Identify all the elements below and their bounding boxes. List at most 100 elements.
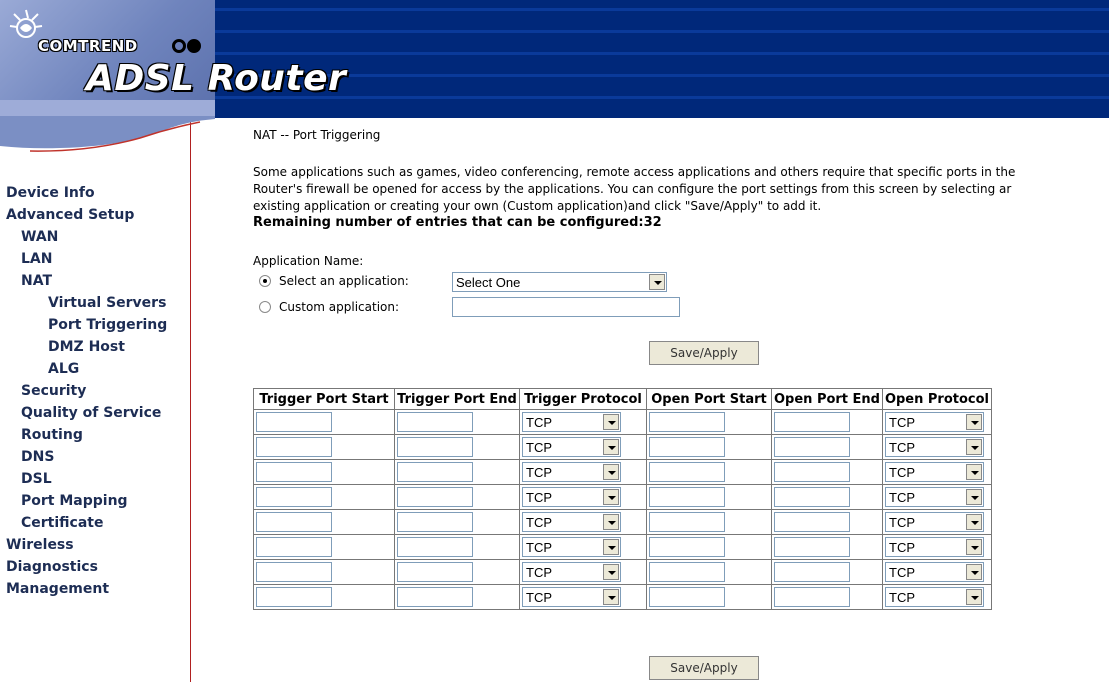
column-header: Open Protocol: [882, 388, 992, 410]
trigger-port-start-input[interactable]: [256, 462, 332, 482]
open-port-start-input[interactable]: [649, 462, 725, 482]
open-port-start-input[interactable]: [649, 487, 725, 507]
open-port-end-input[interactable]: [774, 587, 850, 607]
sidebar-item-alg[interactable]: ALG: [0, 358, 167, 380]
trigger-protocol-select[interactable]: TCP: [522, 462, 621, 482]
trigger-port-start-input[interactable]: [256, 412, 332, 432]
port-trigger-table: Trigger Port Start Trigger Port End Trig…: [253, 388, 992, 610]
trigger-protocol-select-value: TCP: [526, 465, 552, 480]
trigger-protocol-select[interactable]: TCP: [522, 587, 621, 607]
open-protocol-select[interactable]: TCP: [885, 462, 984, 482]
trigger-port-start-input[interactable]: [256, 487, 332, 507]
trigger-port-end-input[interactable]: [397, 487, 473, 507]
sidebar-item-security[interactable]: Security: [0, 380, 167, 402]
trigger-port-start-input[interactable]: [256, 537, 332, 557]
chevron-down-icon: [966, 564, 982, 580]
open-port-end-input[interactable]: [774, 437, 850, 457]
sidebar-item-certificate[interactable]: Certificate: [0, 512, 167, 534]
open-protocol-select[interactable]: TCP: [885, 562, 984, 582]
trigger-protocol-select-value: TCP: [526, 440, 552, 455]
sidebar-item-port-mapping[interactable]: Port Mapping: [0, 490, 167, 512]
trigger-protocol-select[interactable]: TCP: [522, 537, 621, 557]
banner-stripe: [215, 8, 1109, 11]
sidebar-item-virtual-servers[interactable]: Virtual Servers: [0, 292, 167, 314]
custom-application-radio[interactable]: [259, 301, 271, 313]
open-port-start-input[interactable]: [649, 437, 725, 457]
application-select[interactable]: Select One: [452, 272, 667, 292]
save-apply-button-top[interactable]: Save/Apply: [649, 341, 759, 365]
sidebar-item-diagnostics[interactable]: Diagnostics: [0, 556, 167, 578]
open-port-end-input[interactable]: [774, 412, 850, 432]
trigger-port-start-input[interactable]: [256, 512, 332, 532]
sidebar-item-management[interactable]: Management: [0, 578, 167, 600]
open-port-start-input[interactable]: [649, 562, 725, 582]
sidebar-item-dsl[interactable]: DSL: [0, 468, 167, 490]
table-row: TCP TCP: [253, 409, 992, 435]
trigger-port-end-input[interactable]: [397, 587, 473, 607]
open-protocol-select[interactable]: TCP: [885, 437, 984, 457]
open-port-start-input[interactable]: [649, 512, 725, 532]
sidebar-item-routing[interactable]: Routing: [0, 424, 167, 446]
banner-stripe: [215, 52, 1109, 55]
sidebar-item-dns[interactable]: DNS: [0, 446, 167, 468]
open-protocol-select[interactable]: TCP: [885, 587, 984, 607]
table-cell: [394, 534, 520, 560]
column-header: Open Port End: [771, 388, 883, 410]
table-row: TCP TCP: [253, 509, 992, 535]
sidebar-item-quality-of-service[interactable]: Quality of Service: [0, 402, 167, 424]
chevron-down-icon: [603, 564, 619, 580]
chevron-down-icon: [603, 514, 619, 530]
save-apply-button-bottom[interactable]: Save/Apply: [649, 656, 759, 680]
select-application-radio[interactable]: [259, 275, 271, 287]
open-port-end-input[interactable]: [774, 512, 850, 532]
table-cell: [646, 534, 772, 560]
open-port-end-input[interactable]: [774, 562, 850, 582]
chevron-down-icon: [603, 464, 619, 480]
trigger-port-end-input[interactable]: [397, 512, 473, 532]
table-cell: [253, 559, 395, 585]
trigger-protocol-select[interactable]: TCP: [522, 487, 621, 507]
open-port-start-input[interactable]: [649, 537, 725, 557]
trigger-protocol-select[interactable]: TCP: [522, 562, 621, 582]
sidebar-curve-decoration: [0, 116, 215, 152]
trigger-port-start-input[interactable]: [256, 587, 332, 607]
sidebar-item-device-info[interactable]: Device Info: [0, 182, 167, 204]
table-cell: [646, 434, 772, 460]
trigger-port-end-input[interactable]: [397, 537, 473, 557]
trigger-protocol-select[interactable]: TCP: [522, 412, 621, 432]
open-protocol-select[interactable]: TCP: [885, 537, 984, 557]
open-port-start-input[interactable]: [649, 412, 725, 432]
open-protocol-select[interactable]: TCP: [885, 487, 984, 507]
table-cell: [253, 509, 395, 535]
open-port-end-input[interactable]: [774, 462, 850, 482]
table-cell: [253, 459, 395, 485]
sidebar-item-nat[interactable]: NAT: [0, 270, 167, 292]
custom-application-input[interactable]: [452, 297, 680, 317]
trigger-protocol-select[interactable]: TCP: [522, 512, 621, 532]
trigger-port-end-input[interactable]: [397, 562, 473, 582]
trigger-port-start-input[interactable]: [256, 562, 332, 582]
sidebar-item-advanced-setup[interactable]: Advanced Setup: [0, 204, 167, 226]
banner-stripe: [215, 96, 1109, 99]
sidebar-item-dmz-host[interactable]: DMZ Host: [0, 336, 167, 358]
trigger-protocol-select-value: TCP: [526, 565, 552, 580]
trigger-port-start-input[interactable]: [256, 437, 332, 457]
sidebar-item-port-triggering[interactable]: Port Triggering: [0, 314, 167, 336]
trigger-port-end-input[interactable]: [397, 437, 473, 457]
trigger-protocol-select[interactable]: TCP: [522, 437, 621, 457]
application-name-label: Application Name:: [253, 254, 364, 268]
open-protocol-select[interactable]: TCP: [885, 512, 984, 532]
open-port-end-input[interactable]: [774, 487, 850, 507]
sidebar-item-lan[interactable]: LAN: [0, 248, 167, 270]
table-cell: [771, 434, 883, 460]
open-port-start-input[interactable]: [649, 587, 725, 607]
open-port-end-input[interactable]: [774, 537, 850, 557]
table-cell: [394, 584, 520, 610]
table-cell: [253, 409, 395, 435]
sidebar-item-wan[interactable]: WAN: [0, 226, 167, 248]
sidebar-item-wireless[interactable]: Wireless: [0, 534, 167, 556]
table-cell: TCP: [882, 534, 992, 560]
open-protocol-select[interactable]: TCP: [885, 412, 984, 432]
trigger-port-end-input[interactable]: [397, 412, 473, 432]
trigger-port-end-input[interactable]: [397, 462, 473, 482]
